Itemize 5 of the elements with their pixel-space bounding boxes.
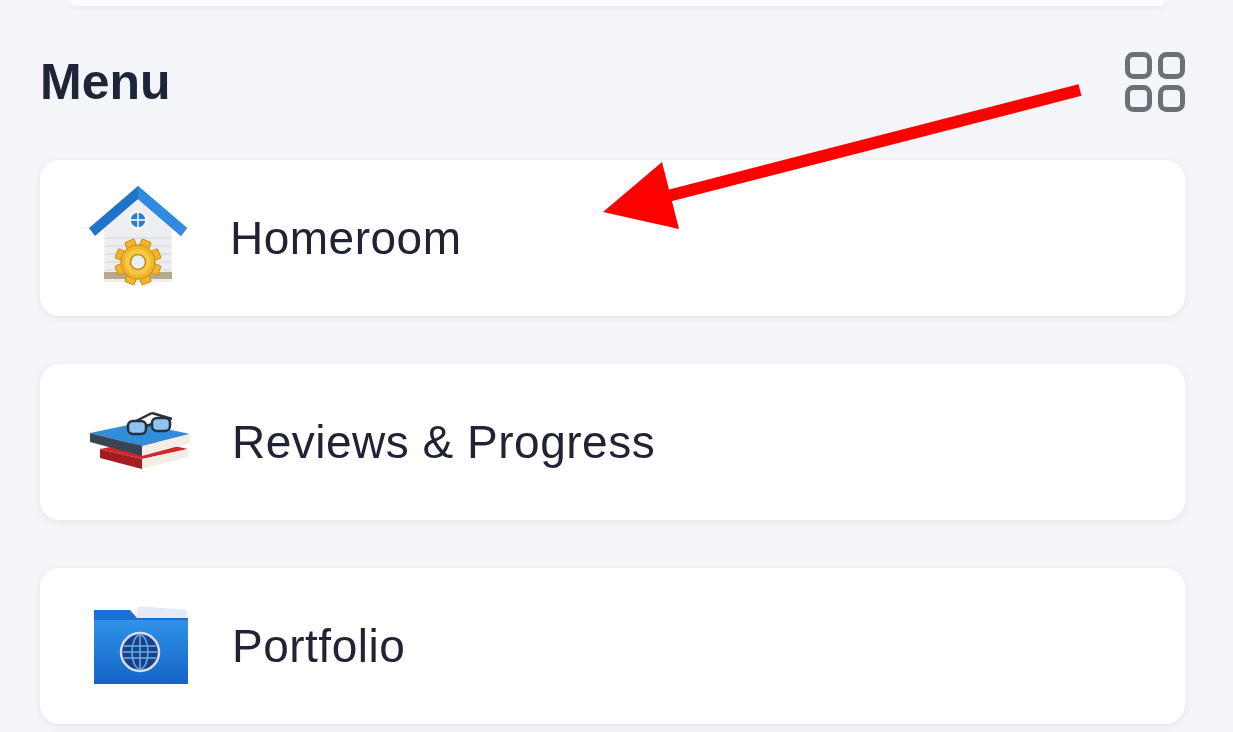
grid-icon[interactable] xyxy=(1125,52,1185,112)
menu-item[interactable]: Reviews & Progress xyxy=(40,364,1185,520)
menu-item[interactable]: Portfolio xyxy=(40,568,1185,724)
menu-item[interactable]: Homeroom xyxy=(40,160,1185,316)
menu-title: Menu xyxy=(40,53,171,112)
